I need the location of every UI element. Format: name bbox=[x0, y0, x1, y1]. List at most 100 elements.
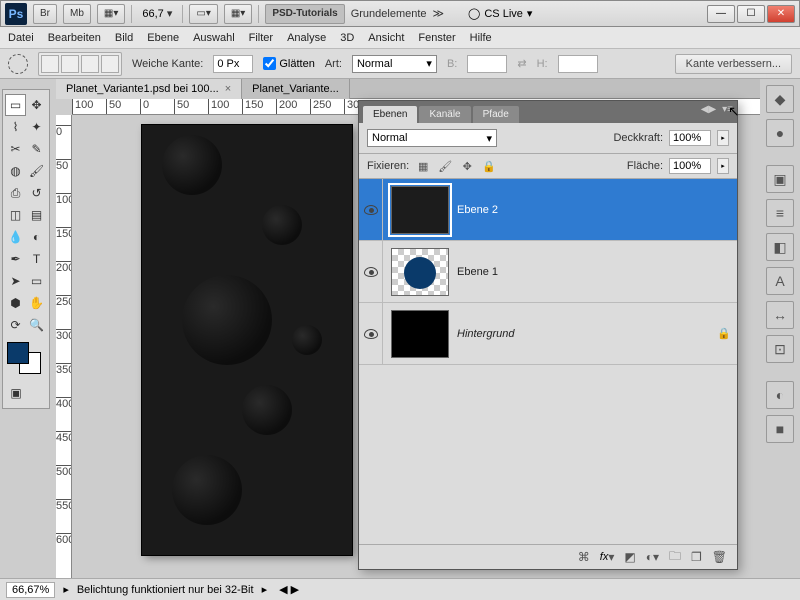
new-layer-icon[interactable]: ❐ bbox=[691, 550, 702, 564]
menu-3d[interactable]: 3D bbox=[340, 32, 354, 44]
lock-pixels-icon[interactable]: 🖌 bbox=[437, 158, 453, 174]
layer-row-ebene1[interactable]: Ebene 1 bbox=[359, 241, 737, 303]
minibridge-button[interactable]: Mb bbox=[63, 4, 91, 24]
refine-edge-button[interactable]: Kante verbessern... bbox=[675, 54, 792, 74]
close-tab-icon[interactable]: × bbox=[225, 83, 231, 95]
screen-mode-button[interactable]: ▦▾ bbox=[97, 4, 125, 24]
antialias-checkbox[interactable]: Glätten bbox=[263, 57, 314, 70]
layer-name[interactable]: Hintergrund bbox=[457, 328, 717, 340]
minimize-button[interactable]: — bbox=[707, 5, 735, 23]
tool-pen[interactable]: ✒ bbox=[5, 248, 26, 270]
layer-name[interactable]: Ebene 2 bbox=[457, 204, 737, 216]
tool-heal[interactable]: ◍ bbox=[5, 160, 26, 182]
opacity-flyout[interactable]: ▸ bbox=[717, 130, 729, 146]
tool-rotate[interactable]: ⟳ bbox=[5, 314, 26, 336]
tab-ebenen[interactable]: Ebenen bbox=[363, 106, 417, 123]
dock-info-icon[interactable]: ⊡ bbox=[766, 335, 794, 363]
status-nav-icon[interactable]: ▸ bbox=[63, 583, 69, 596]
menu-analyse[interactable]: Analyse bbox=[287, 32, 326, 44]
close-button[interactable]: ✕ bbox=[767, 5, 795, 23]
tool-gradient[interactable]: ▤ bbox=[26, 204, 47, 226]
menu-ebene[interactable]: Ebene bbox=[147, 32, 179, 44]
menu-filter[interactable]: Filter bbox=[249, 32, 273, 44]
ruler-vertical[interactable]: 050100150200250300350400450500550600 bbox=[56, 115, 72, 578]
visibility-toggle[interactable] bbox=[364, 205, 378, 215]
tool-shape[interactable]: ▭ bbox=[26, 270, 47, 292]
status-zoom[interactable]: 66,67% bbox=[6, 582, 55, 598]
tool-eyedropper[interactable]: ✎ bbox=[26, 138, 47, 160]
dock-styles-icon[interactable]: ◧ bbox=[766, 233, 794, 261]
dock-masks-icon[interactable]: ≡ bbox=[766, 199, 794, 227]
feather-input[interactable]: 0 Px bbox=[213, 55, 253, 73]
tab-kanaele[interactable]: Kanäle bbox=[419, 106, 470, 123]
dock-adjustments-icon[interactable]: ▣ bbox=[766, 165, 794, 193]
cs-live-button[interactable]: ◯ CS Live ▾ bbox=[468, 7, 532, 20]
tool-brush[interactable]: 🖌 bbox=[26, 160, 47, 182]
bridge-button[interactable]: Br bbox=[33, 4, 57, 24]
layer-name[interactable]: Ebene 1 bbox=[457, 266, 737, 278]
tool-3d[interactable]: ⬢ bbox=[5, 292, 26, 314]
tab-pfade[interactable]: Pfade bbox=[473, 106, 519, 123]
document-tab-2[interactable]: Planet_Variante... bbox=[242, 79, 350, 99]
tool-eraser[interactable]: ◫ bbox=[5, 204, 26, 226]
panel-collapse-icon[interactable]: ◀▶ bbox=[701, 104, 716, 115]
selection-add-button[interactable] bbox=[61, 55, 79, 73]
style-select[interactable]: Normal▾ bbox=[352, 55, 437, 73]
lock-position-icon[interactable]: ✥ bbox=[459, 158, 475, 174]
menu-ansicht[interactable]: Ansicht bbox=[368, 32, 404, 44]
tool-blur[interactable]: 💧 bbox=[5, 226, 26, 248]
layer-list[interactable]: Ebene 2 Ebene 1 Hintergrund 🔒 bbox=[359, 179, 737, 545]
extras-button[interactable]: ▦▾ bbox=[224, 4, 252, 24]
layer-row-ebene2[interactable]: Ebene 2 bbox=[359, 179, 737, 241]
lock-transparency-icon[interactable]: ▦ bbox=[415, 158, 431, 174]
document-tab-1[interactable]: Planet_Variante1.psd bei 100...× bbox=[56, 79, 242, 99]
opacity-input[interactable]: 100% bbox=[669, 130, 711, 146]
link-layers-icon[interactable]: ⌘ bbox=[578, 550, 590, 564]
visibility-toggle[interactable] bbox=[364, 329, 378, 339]
menu-fenster[interactable]: Fenster bbox=[418, 32, 455, 44]
layer-thumbnail[interactable] bbox=[391, 248, 449, 296]
marquee-tool-icon[interactable] bbox=[8, 54, 28, 74]
new-group-icon[interactable]: 🗀 bbox=[669, 547, 681, 568]
fill-flyout[interactable]: ▸ bbox=[717, 158, 729, 174]
menu-bild[interactable]: Bild bbox=[115, 32, 133, 44]
zoom-level[interactable]: 66,7 ▾ bbox=[138, 7, 176, 20]
add-mask-icon[interactable]: ◩ bbox=[624, 550, 635, 564]
maximize-button[interactable]: ☐ bbox=[737, 5, 765, 23]
tool-wand[interactable]: ✦ bbox=[26, 116, 47, 138]
color-swatches[interactable] bbox=[5, 342, 49, 382]
dock-navigator-icon[interactable]: ◐ bbox=[766, 381, 794, 409]
status-info[interactable]: Belichtung funktioniert nur bei 32-Bit bbox=[77, 584, 254, 596]
workspace-more[interactable]: ≫ bbox=[433, 7, 445, 20]
fill-input[interactable]: 100% bbox=[669, 158, 711, 174]
tool-hand[interactable]: ✋ bbox=[26, 292, 47, 314]
dock-swatches-icon[interactable]: ● bbox=[766, 119, 794, 147]
menu-datei[interactable]: Datei bbox=[8, 32, 34, 44]
tool-zoom[interactable]: 🔍 bbox=[26, 314, 47, 336]
tool-dodge[interactable]: ◐ bbox=[26, 226, 47, 248]
tool-type[interactable]: T bbox=[26, 248, 47, 270]
workspace-grundelemente[interactable]: Grundelemente bbox=[351, 8, 427, 20]
layer-fx-icon[interactable]: fx▾ bbox=[600, 550, 615, 564]
menu-bearbeiten[interactable]: Bearbeiten bbox=[48, 32, 101, 44]
tool-history-brush[interactable]: ↺ bbox=[26, 182, 47, 204]
foreground-color-swatch[interactable] bbox=[7, 342, 29, 364]
selection-subtract-button[interactable] bbox=[81, 55, 99, 73]
dock-paragraph-icon[interactable]: ↔ bbox=[766, 301, 794, 329]
workspace-tutorials-button[interactable]: PSD-Tutorials bbox=[265, 4, 344, 24]
menu-auswahl[interactable]: Auswahl bbox=[193, 32, 235, 44]
dock-character-icon[interactable]: A bbox=[766, 267, 794, 295]
tool-move[interactable]: ✥ bbox=[26, 94, 47, 116]
layer-thumbnail[interactable] bbox=[391, 310, 449, 358]
layer-thumbnail[interactable] bbox=[391, 186, 449, 234]
tool-stamp[interactable]: ⎙ bbox=[5, 182, 26, 204]
tool-lasso[interactable]: ⌇ bbox=[5, 116, 26, 138]
tool-crop[interactable]: ✂ bbox=[5, 138, 26, 160]
selection-intersect-button[interactable] bbox=[101, 55, 119, 73]
selection-new-button[interactable] bbox=[41, 55, 59, 73]
status-info-arrow[interactable]: ▸ bbox=[262, 583, 268, 596]
adjustment-layer-icon[interactable]: ◐▾ bbox=[646, 550, 659, 564]
tool-quickmask[interactable]: ▣ bbox=[5, 382, 27, 404]
dock-color-icon[interactable]: ◆ bbox=[766, 85, 794, 113]
canvas[interactable] bbox=[142, 125, 352, 555]
